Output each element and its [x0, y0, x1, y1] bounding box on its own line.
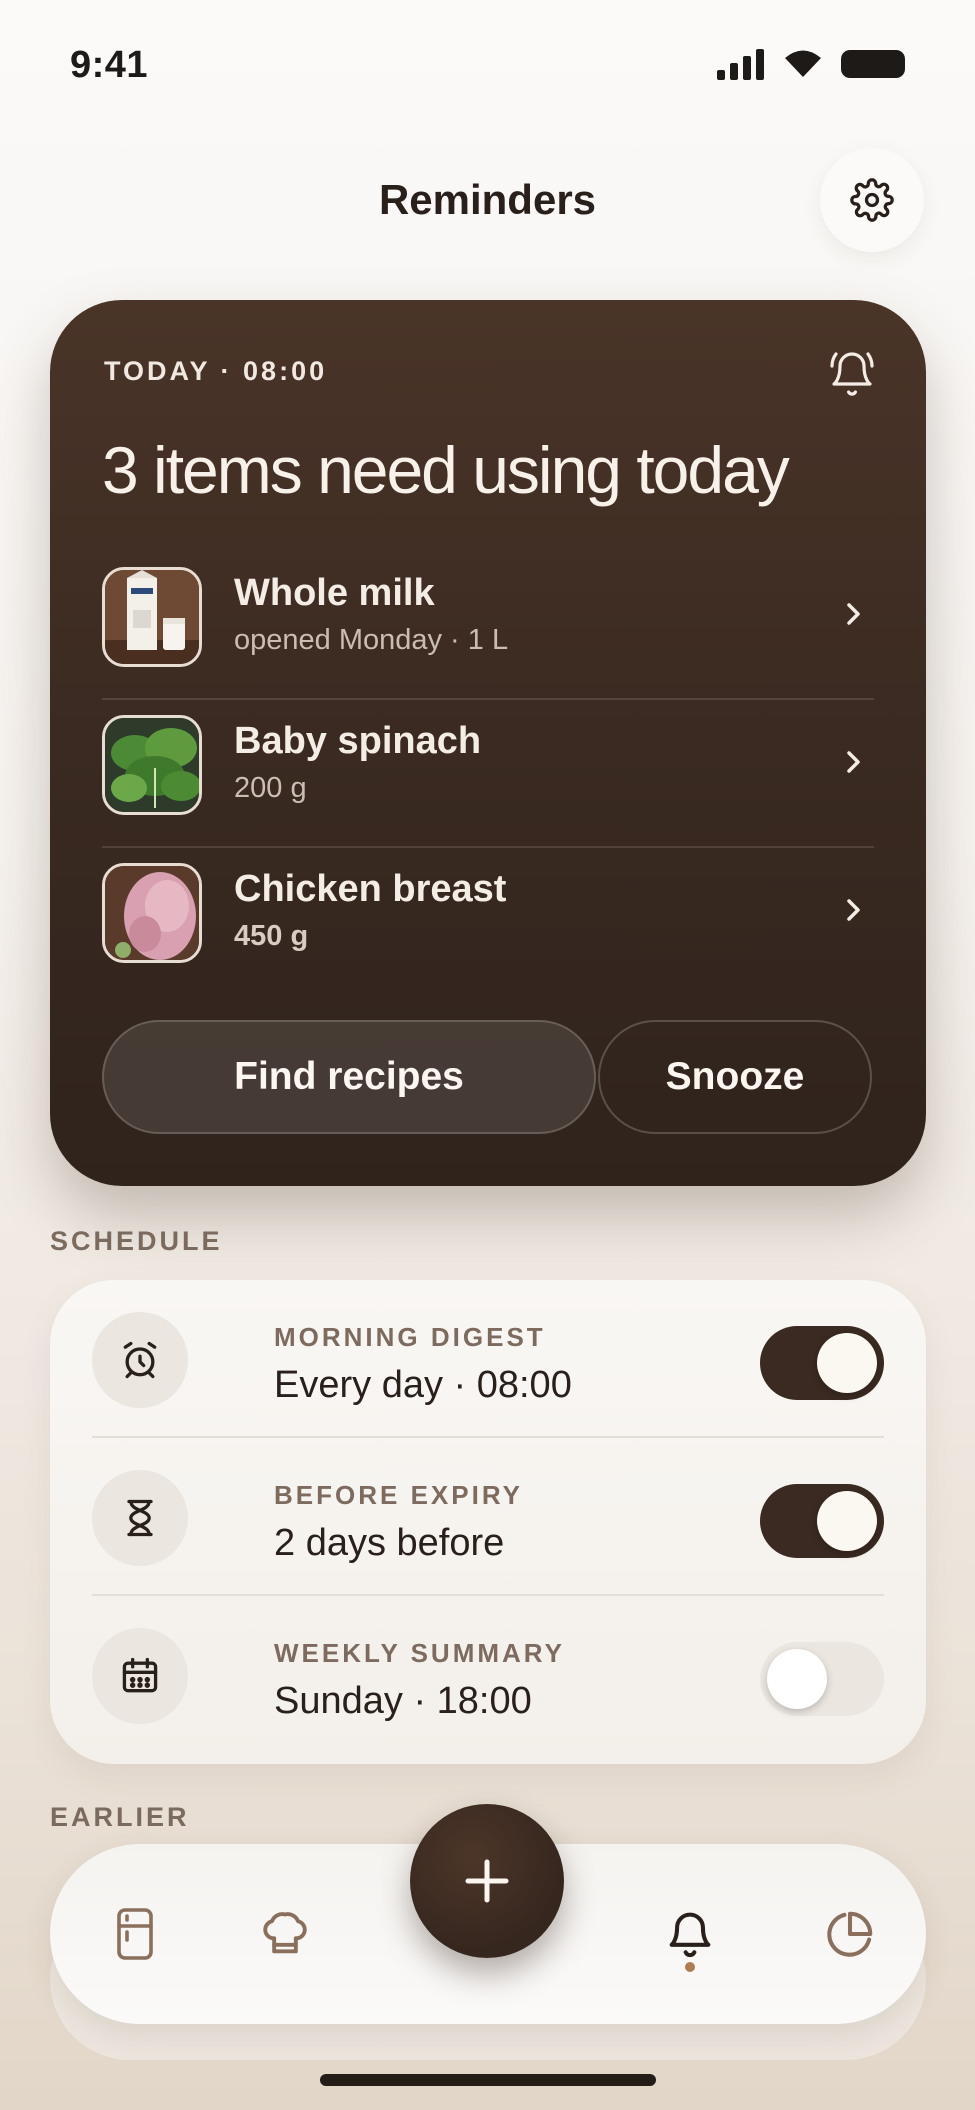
item-detail: 200 g: [234, 772, 307, 804]
schedule-row-before-expiry[interactable]: BEFORE EXPIRY 2 days before: [92, 1438, 884, 1596]
spinach-thumbnail: [102, 715, 202, 815]
chef-hat-icon: [263, 1912, 307, 1954]
schedule-row-morning-digest[interactable]: MORNING DIGEST Every day · 08:00: [92, 1280, 884, 1438]
item-name: Baby spinach: [234, 720, 482, 762]
expiring-item-row[interactable]: Chicken breast 450 g: [102, 848, 874, 996]
chevron-right-icon: [847, 603, 860, 625]
cellular-signal-icon: [717, 49, 764, 80]
item-name: Whole milk: [234, 572, 435, 614]
snooze-button[interactable]: Snooze: [598, 1020, 872, 1134]
gear-icon: [850, 178, 894, 222]
expiring-item-row[interactable]: Baby spinach 200 g: [102, 700, 874, 848]
alarm-clock-icon: [92, 1312, 188, 1408]
today-reminder-card: TODAY · 08:00 3 items need using today W…: [50, 300, 926, 1186]
morning-digest-toggle[interactable]: [760, 1326, 884, 1400]
weekly-summary-toggle[interactable]: [760, 1642, 884, 1716]
calendar-icon: [92, 1628, 188, 1724]
settings-button[interactable]: [820, 148, 924, 252]
today-headline: 3 items need using today: [102, 433, 790, 507]
chicken-thumbnail: [102, 863, 202, 963]
toggle-knob: [817, 1333, 877, 1393]
schedule-row-weekly-summary[interactable]: WEEKLY SUMMARY Sunday · 18:00: [92, 1596, 884, 1754]
item-name: Chicken breast: [234, 868, 507, 910]
schedule-card: MORNING DIGEST Every day · 08:00 BEFORE …: [50, 1280, 926, 1764]
find-recipes-button[interactable]: Find recipes: [102, 1020, 596, 1134]
tab-recipes[interactable]: [245, 1894, 325, 1974]
before-expiry-toggle[interactable]: [760, 1484, 884, 1558]
item-detail: 450 g: [234, 920, 309, 952]
schedule-eyebrow: MORNING DIGEST: [274, 1322, 546, 1352]
toggle-knob: [767, 1649, 827, 1709]
tab-fridge[interactable]: [95, 1894, 175, 1974]
schedule-eyebrow: BEFORE EXPIRY: [274, 1480, 523, 1510]
toggle-knob: [817, 1491, 877, 1551]
bell-ringing-icon[interactable]: [828, 350, 876, 398]
item-detail: opened Monday · 1 L: [234, 624, 509, 656]
today-eyebrow: TODAY · 08:00: [104, 356, 328, 386]
chevron-right-icon: [847, 899, 860, 921]
expiring-item-row[interactable]: Whole milk opened Monday · 1 L: [102, 552, 874, 700]
reminders-screen: 9:41 Reminders TODAY · 08:00 3 items nee…: [0, 0, 975, 2110]
hourglass-icon: [92, 1470, 188, 1566]
milk-thumbnail: [102, 567, 202, 667]
tab-stats[interactable]: [810, 1894, 890, 1974]
battery-icon: [841, 50, 905, 78]
schedule-value: Every day · 08:00: [274, 1364, 572, 1406]
wifi-icon: [785, 50, 821, 77]
status-time: 9:41: [70, 44, 149, 86]
fridge-icon: [117, 1908, 153, 1960]
pie-chart-icon: [827, 1911, 873, 1957]
bell-icon: [669, 1912, 711, 1958]
active-tab-indicator: [685, 1962, 695, 1972]
chevron-right-icon: [847, 751, 860, 773]
add-item-button[interactable]: [410, 1804, 564, 1958]
earlier-section-label: EARLIER: [50, 1802, 190, 1832]
schedule-value: Sunday · 18:00: [274, 1680, 532, 1722]
status-icons: [717, 48, 905, 80]
home-indicator: [320, 2074, 656, 2086]
schedule-value: 2 days before: [274, 1522, 505, 1564]
schedule-section-label: SCHEDULE: [50, 1226, 223, 1256]
schedule-eyebrow: WEEKLY SUMMARY: [274, 1638, 565, 1668]
plus-icon: [465, 1859, 509, 1903]
